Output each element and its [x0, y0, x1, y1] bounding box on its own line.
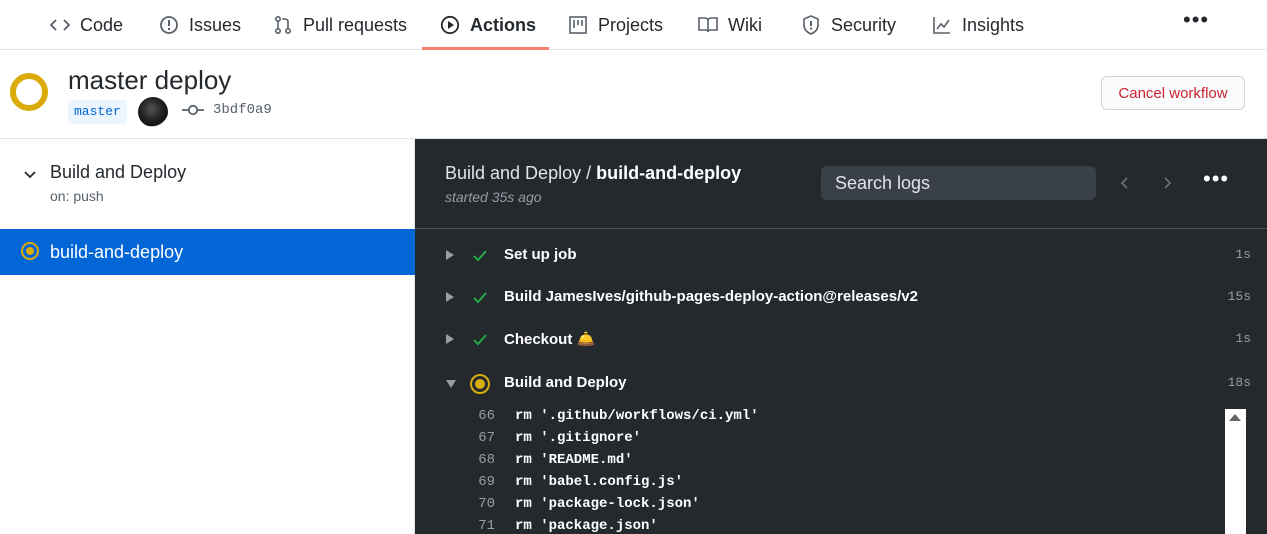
log-step-duration: 15s — [1227, 289, 1251, 304]
pull-request-icon — [273, 15, 293, 35]
log-title-job: build-and-deploy — [596, 163, 742, 183]
commit-icon — [182, 104, 204, 116]
log-line-number[interactable]: 66 — [465, 408, 495, 424]
tab-projects[interactable]: Projects — [568, 0, 663, 50]
caret-down-icon — [446, 380, 456, 388]
log-step-set-up-job[interactable]: Set up job 1s — [415, 236, 1267, 276]
log-line-text: rm 'package-lock.json' — [515, 496, 700, 512]
log-title-workflow: Build and Deploy — [445, 163, 582, 183]
caret-right-icon — [446, 334, 454, 344]
workflow-title: master deploy — [68, 65, 232, 95]
log-line: 69 rm 'babel.config.js' — [415, 471, 1225, 493]
caret-right-icon — [446, 250, 454, 260]
log-more-options-icon[interactable]: ••• — [1203, 168, 1228, 192]
log-step-duration: 18s — [1227, 375, 1251, 390]
in-progress-status-icon — [10, 73, 48, 111]
log-step-duration: 1s — [1235, 331, 1251, 346]
chevron-right-icon[interactable] — [1160, 176, 1174, 190]
sidebar-workflow-group[interactable]: Build and Deploy on: push — [0, 139, 415, 229]
tab-insights[interactable]: Insights — [932, 0, 1024, 50]
log-line-text: rm 'package.json' — [515, 518, 658, 534]
issue-icon — [159, 15, 179, 35]
tab-security[interactable]: Security — [801, 0, 896, 50]
caret-right-icon — [446, 292, 454, 302]
log-step-name: Set up job — [504, 246, 577, 263]
shield-icon — [801, 15, 821, 35]
log-started-time: started 35s ago — [445, 189, 542, 205]
tab-pull-requests-label: Pull requests — [303, 14, 408, 35]
sidebar-workflow-trigger: on: push — [50, 188, 104, 204]
log-line-number[interactable]: 68 — [465, 452, 495, 468]
log-line: 67 rm '.gitignore' — [415, 427, 1225, 449]
log-scrollbar[interactable] — [1225, 409, 1246, 534]
log-line-number[interactable]: 70 — [465, 496, 495, 512]
scroll-up-arrow-icon[interactable] — [1229, 414, 1241, 421]
tab-issues[interactable]: Issues — [159, 0, 241, 50]
log-step-name: Checkout 🛎️ — [504, 331, 596, 348]
log-line: 66 rm '.github/workflows/ci.yml' — [415, 405, 1225, 427]
repo-nav: Code Issues Pull requests Actions Projec… — [0, 0, 1267, 50]
workflow-header: master deploy master 3bdf0a9 Cancel work… — [0, 51, 1267, 139]
play-icon — [440, 15, 460, 35]
log-step-build-and-deploy[interactable]: Build and Deploy 18s — [415, 364, 1267, 404]
log-title: Build and Deploy / build-and-deploy — [445, 163, 741, 184]
branch-label[interactable]: master — [68, 100, 127, 124]
log-line-number[interactable]: 69 — [465, 474, 495, 490]
tab-code[interactable]: Code — [50, 0, 123, 50]
in-progress-status-icon — [470, 374, 490, 394]
tab-actions-label: Actions — [470, 14, 537, 35]
log-step-build-action[interactable]: Build JamesIves/github-pages-deploy-acti… — [415, 278, 1267, 318]
sidebar-item-build-and-deploy[interactable]: build-and-deploy — [0, 229, 415, 275]
tab-pull-requests[interactable]: Pull requests — [273, 0, 407, 50]
cancel-workflow-button[interactable]: Cancel workflow — [1101, 76, 1245, 110]
project-icon — [568, 15, 588, 35]
log-line-number[interactable]: 67 — [465, 430, 495, 446]
in-progress-status-icon — [21, 242, 39, 260]
workflow-sidebar: Build and Deploy on: push build-and-depl… — [0, 139, 415, 534]
commit-sha-link[interactable]: 3bdf0a9 — [213, 102, 272, 118]
chevron-down-icon[interactable] — [22, 167, 38, 183]
log-line: 71 rm 'package.json' — [415, 515, 1225, 534]
log-step-name: Build and Deploy — [504, 374, 627, 391]
tab-wiki-label: Wiki — [728, 14, 762, 35]
log-line-number[interactable]: 71 — [465, 518, 495, 534]
graph-icon — [932, 15, 952, 35]
log-line: 70 rm 'package-lock.json' — [415, 493, 1225, 515]
tab-issues-label: Issues — [189, 14, 242, 35]
active-tab-underline — [422, 47, 549, 50]
tab-security-label: Security — [831, 14, 897, 35]
tab-actions[interactable]: Actions — [440, 0, 536, 50]
log-line-text: rm '.github/workflows/ci.yml' — [515, 408, 759, 424]
tab-projects-label: Projects — [598, 14, 664, 35]
log-title-separator: / — [581, 163, 597, 183]
search-logs-input[interactable]: Search logs — [821, 166, 1096, 200]
check-icon — [473, 334, 487, 346]
log-step-checkout[interactable]: Checkout 🛎️ 1s — [415, 320, 1267, 360]
chevron-left-icon[interactable] — [1118, 176, 1132, 190]
log-line: 68 rm 'README.md' — [415, 449, 1225, 471]
log-line-text: rm 'README.md' — [515, 452, 633, 468]
check-icon — [473, 292, 487, 304]
log-step-name: Build JamesIves/github-pages-deploy-acti… — [504, 288, 918, 305]
tab-insights-label: Insights — [962, 14, 1025, 35]
check-icon — [473, 250, 487, 262]
log-line-text: rm '.gitignore' — [515, 430, 642, 446]
log-output: 66 rm '.github/workflows/ci.yml' 67 rm '.g… — [415, 405, 1225, 534]
tab-wiki[interactable]: Wiki — [698, 0, 762, 50]
avatar[interactable] — [138, 97, 168, 127]
log-header: Build and Deploy / build-and-deploy star… — [415, 139, 1267, 229]
sidebar-item-label: build-and-deploy — [50, 242, 184, 262]
sidebar-workflow-name: Build and Deploy — [50, 162, 187, 182]
book-icon — [698, 15, 718, 35]
log-line-text: rm 'babel.config.js' — [515, 474, 684, 490]
tab-code-label: Code — [80, 14, 124, 35]
code-icon — [50, 15, 70, 35]
log-panel: Build and Deploy / build-and-deploy star… — [415, 139, 1267, 534]
log-step-duration: 1s — [1235, 247, 1251, 262]
more-options-icon[interactable]: ••• — [1183, 9, 1209, 33]
